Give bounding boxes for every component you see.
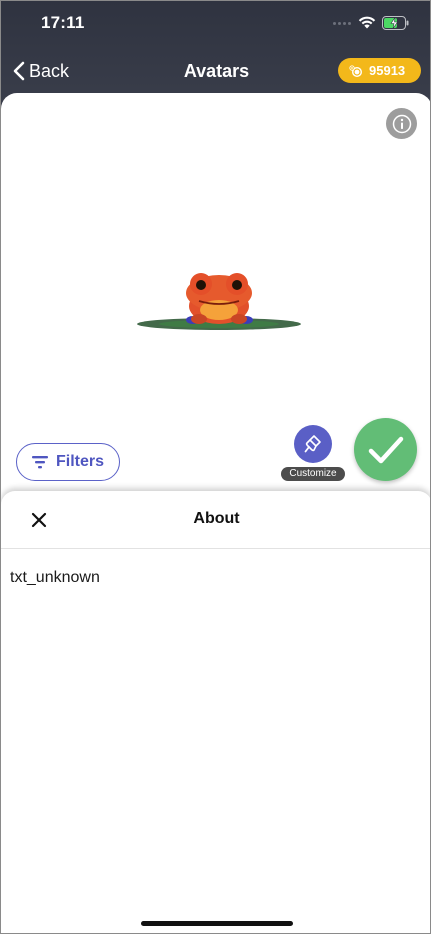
about-title: About — [193, 510, 240, 527]
confirm-button[interactable] — [354, 418, 417, 481]
filters-label: Filters — [55, 453, 104, 470]
paint-brush-icon — [304, 435, 321, 453]
status-bar: 17:11 — [1, 1, 430, 47]
home-indicator[interactable] — [141, 921, 293, 926]
customize-button[interactable] — [294, 425, 332, 463]
status-time: 17:11 — [41, 13, 85, 32]
wifi-icon — [358, 15, 376, 34]
info-button[interactable] — [386, 108, 417, 139]
app-screen: 17:11 Back Avatars 95913 Filters Customi… — [0, 0, 431, 934]
coin-balance-badge[interactable]: 95913 — [338, 58, 421, 83]
about-sheet-header: About — [1, 491, 430, 549]
info-icon — [392, 114, 411, 133]
about-body-text: txt_unknown — [10, 569, 100, 586]
filter-icon — [31, 455, 48, 468]
frog-avatar — [133, 263, 305, 343]
nav-bar: Back Avatars 95913 — [1, 51, 430, 91]
battery-charging-icon — [382, 16, 410, 35]
customize-label: Customize — [281, 467, 345, 481]
filters-button[interactable]: Filters — [16, 443, 120, 481]
signal-dots-icon — [333, 22, 353, 28]
coin-balance: 95913 — [369, 63, 406, 78]
checkmark-icon — [368, 436, 403, 463]
coins-icon — [349, 64, 362, 77]
about-sheet: About txt_unknown — [1, 491, 430, 933]
